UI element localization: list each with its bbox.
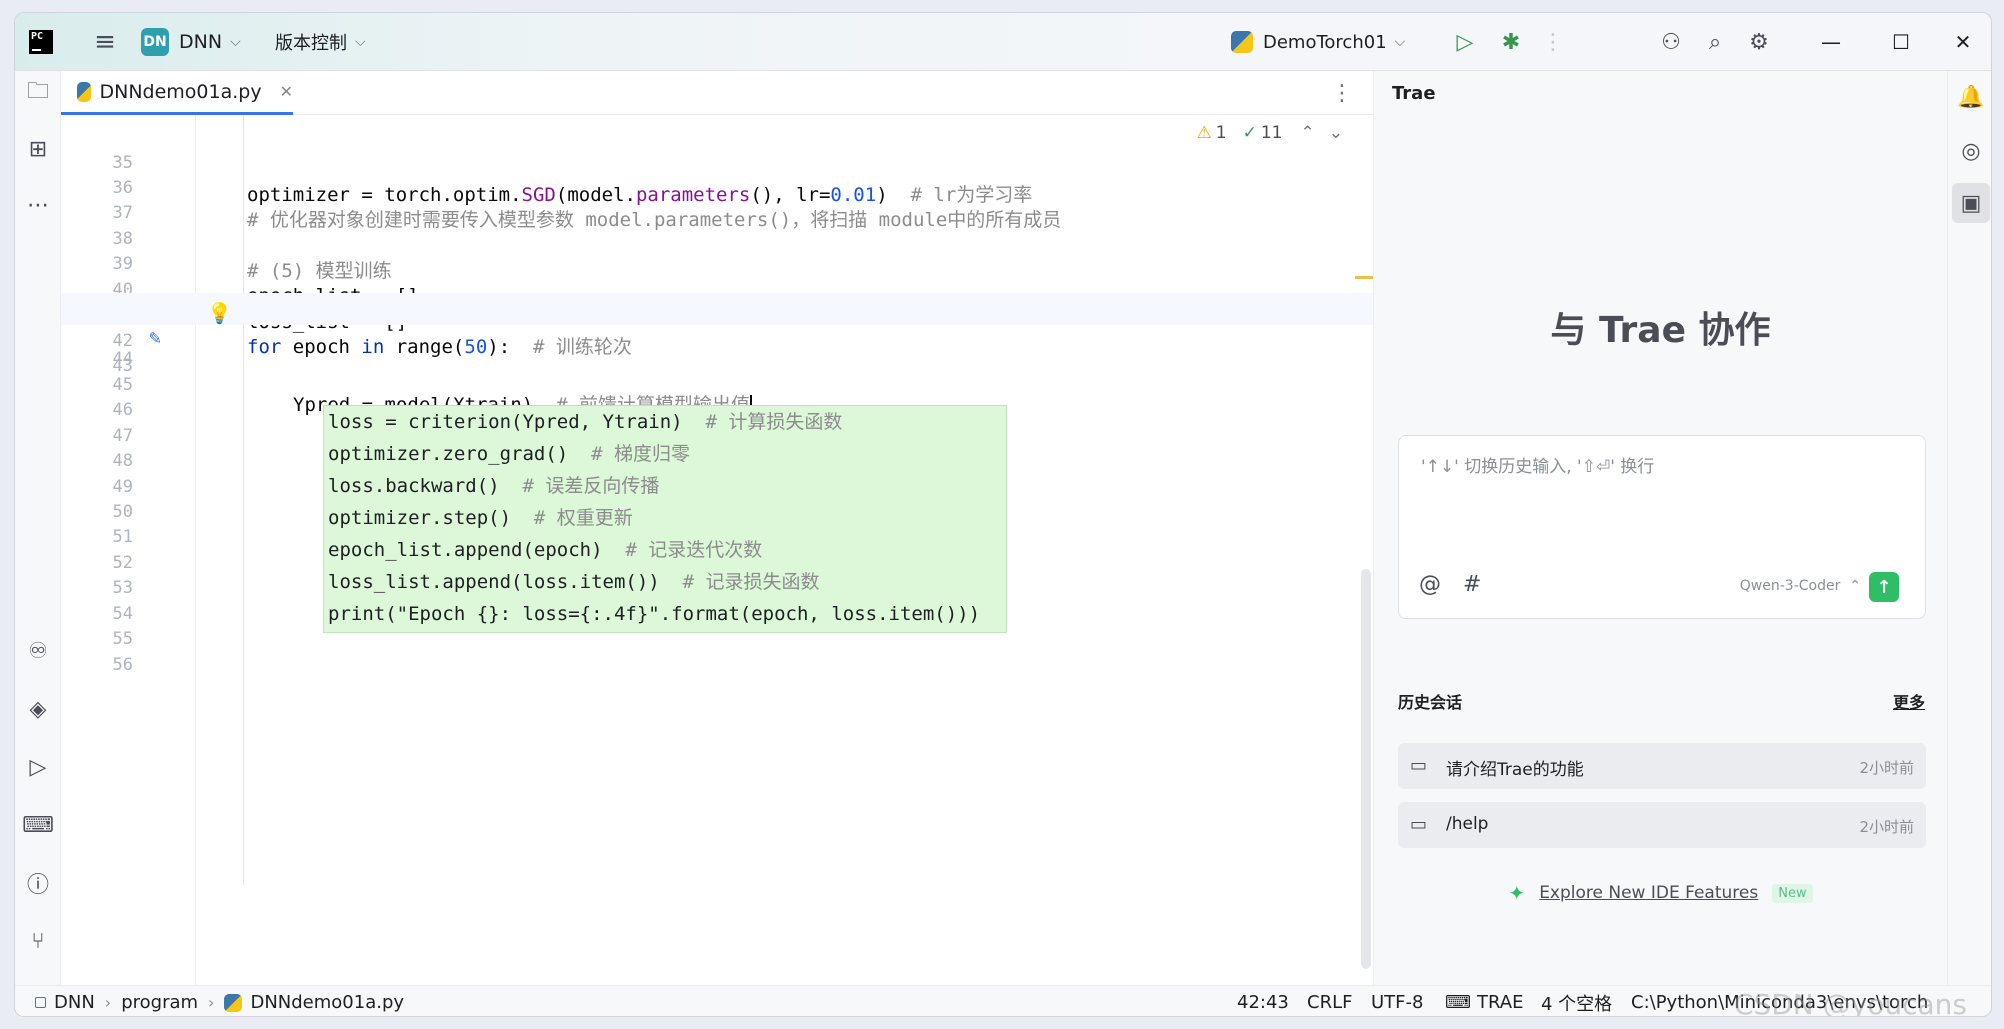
chat-input[interactable] (1399, 436, 1925, 556)
keyboard-icon: ⌨ (1445, 992, 1471, 1013)
project-selector[interactable]: DN DNN ⌵ (141, 13, 241, 71)
run-config-label: DemoTorch01 (1263, 31, 1387, 53)
minimize-icon[interactable]: — (1801, 13, 1861, 71)
line-separator[interactable]: CRLF (1307, 986, 1352, 1016)
editor-tabs: DNNdemo01a.py ✕ ⋮ (61, 71, 1373, 115)
line-number: 56 (112, 655, 133, 675)
tab-dnndemo01a[interactable]: DNNdemo01a.py ✕ (61, 71, 293, 115)
breadcrumb-separator-icon: › (208, 993, 215, 1012)
history-more-link[interactable]: 更多 (1893, 689, 1925, 713)
ide-window: PC ≡ DN DNN ⌵ 版本控制 ⌵ DemoTorch01 ⌵ ▷ ✱ ⋮… (14, 12, 1992, 1017)
completion-line: print("Epoch {}: loss={:.4f}".format(epo… (328, 603, 981, 625)
breadcrumb: DNN › program › DNNdemo01a.py (35, 986, 404, 1016)
history-item-label: 请介绍Trae的功能 (1446, 760, 1584, 780)
completion-line: optimizer.zero_grad() # 梯度归零 (328, 443, 690, 465)
completion-line: loss = criterion(Ypred, Ytrain) # 计算损失函数 (328, 411, 843, 433)
completion-line: epoch_list.append(epoch) # 记录迭代次数 (328, 539, 763, 561)
python-icon (1231, 31, 1253, 53)
project-folder-icon[interactable]: 🗀 (15, 73, 61, 113)
completion-line: loss_list.append(loss.item()) # 记录损失函数 (328, 571, 820, 593)
tab-label: DNNdemo01a.py (99, 80, 262, 103)
trae-chat-icon[interactable]: ▣ (1952, 183, 1990, 223)
ai-assistant-swirl-icon[interactable]: ◎ (1948, 131, 1991, 171)
trae-panel: Trae 与 Trae 协作 @ # Qwen-3-Coder ⌃ ↑ 历史会话… (1373, 71, 1947, 985)
git-branch-icon[interactable]: ⑂ (15, 921, 61, 961)
chat-composer: @ # Qwen-3-Coder ⌃ ↑ (1398, 435, 1926, 619)
history-item[interactable]: ▭ /help 2小时前 (1398, 802, 1926, 848)
run-icon[interactable]: ▷ (1447, 13, 1483, 71)
vcs-label: 版本控制 (275, 33, 347, 54)
trae-hero-title: 与 Trae 协作 (1550, 310, 1771, 351)
maximize-icon[interactable]: ☐ (1871, 13, 1931, 71)
code-editor: DNNdemo01a.py ✕ ⋮ ⚠ 1 ✓ 11 ⌃⌄ 35 optimiz… (61, 71, 1373, 985)
panel-title: Trae (1392, 83, 1436, 104)
terminal-icon[interactable]: ⌨ (15, 805, 61, 845)
breadcrumb-separator-icon: › (104, 993, 112, 1012)
close-window-icon[interactable]: ✕ (1933, 13, 1991, 71)
history-item-time: 2小时前 (1859, 818, 1914, 836)
settings-gear-icon[interactable]: ⚙ (1739, 13, 1779, 71)
run-config-selector[interactable]: DemoTorch01 ⌵ (1231, 13, 1405, 71)
pycharm-logo-icon[interactable]: PC (29, 30, 53, 54)
python-file-icon (77, 81, 92, 102)
trae-mode[interactable]: ⌨ TRAE (1445, 986, 1523, 1016)
code-line[interactable]: 56 (61, 649, 1373, 681)
problems-icon[interactable]: ⓘ (15, 863, 61, 903)
project-name: DNN (179, 31, 223, 53)
right-tool-strip: 🔔 ◎ ▣ (1947, 71, 1991, 985)
model-selector[interactable]: Qwen-3-Coder ⌃ (1740, 578, 1861, 594)
completion-line: optimizer.step() # 权重更新 (328, 507, 633, 529)
main-menu-icon[interactable]: ≡ (87, 13, 123, 71)
sparkle-icon: ✦ (1508, 881, 1526, 905)
chat-bubble-icon: ▭ (1410, 814, 1428, 835)
structure-icon[interactable]: ⊞ (15, 129, 61, 169)
services-run-icon[interactable]: ▷ (15, 747, 61, 787)
explore-link[interactable]: Explore New IDE Features (1539, 883, 1758, 903)
vcs-menu[interactable]: 版本控制 ⌵ (275, 13, 366, 71)
layers-icon[interactable]: ◈ (15, 689, 61, 729)
editor-scrollbar[interactable] (1361, 569, 1371, 969)
context-hash-icon[interactable]: # (1463, 572, 1481, 597)
search-icon[interactable]: ⌕ (1695, 13, 1735, 71)
chevron-down-icon: ⌵ (1394, 34, 1406, 50)
chat-bubble-icon: ▭ (1410, 755, 1428, 776)
tabs-menu-icon[interactable]: ⋮ (1331, 71, 1353, 115)
module-icon (35, 997, 46, 1008)
python-file-icon (224, 993, 243, 1012)
mention-icon[interactable]: @ (1419, 572, 1441, 597)
breadcrumb-item[interactable]: DNNdemo01a.py (250, 992, 404, 1013)
file-encoding[interactable]: UTF-8 (1371, 986, 1423, 1016)
caret-position[interactable]: 42:43 (1237, 986, 1289, 1016)
ai-completion-suggestion[interactable]: loss = criterion(Ypred, Ytrain) # 计算损失函数… (323, 405, 1007, 633)
add-user-icon[interactable]: ⚇ (1651, 13, 1691, 71)
new-badge: New (1772, 883, 1813, 903)
chevron-down-icon: ⌵ (230, 34, 241, 50)
indent-setting[interactable]: 4 个空格 (1541, 986, 1612, 1016)
notifications-bell-icon[interactable]: 🔔 (1948, 77, 1991, 117)
breadcrumb-item[interactable]: program (121, 992, 198, 1013)
watermark: CSDN @youcans_ (1733, 988, 1981, 1017)
warning-stripe-marker[interactable] (1355, 276, 1373, 279)
more-actions-icon[interactable]: ⋮ (1542, 13, 1564, 71)
chevron-down-icon: ⌵ (355, 34, 366, 50)
debug-icon[interactable]: ✱ (1493, 13, 1529, 71)
send-button[interactable]: ↑ (1869, 572, 1899, 602)
completion-line: loss.backward() # 误差反向传播 (328, 475, 660, 497)
close-tab-icon[interactable]: ✕ (280, 82, 293, 101)
project-badge: DN (141, 28, 169, 56)
history-item[interactable]: ▭ 请介绍Trae的功能 2小时前 (1398, 743, 1926, 789)
history-item-time: 2小时前 (1859, 759, 1914, 777)
python-console-icon[interactable]: ♾ (15, 631, 61, 671)
left-tool-strip: 🗀 ⊞ ⋯ ♾ ◈ ▷ ⌨ ⓘ ⑂ (15, 71, 61, 985)
breadcrumb-item[interactable]: DNN (54, 992, 95, 1013)
more-tools-icon[interactable]: ⋯ (15, 185, 61, 225)
status-bar: DNN › program › DNNdemo01a.py 42:43 CRLF… (15, 985, 1991, 1017)
title-bar: PC ≡ DN DNN ⌵ 版本控制 ⌵ DemoTorch01 ⌵ ▷ ✱ ⋮… (15, 13, 1991, 71)
explore-features: ✦ Explore New IDE Features New (1374, 881, 1947, 905)
history-item-label: /help (1446, 814, 1489, 834)
history-title: 历史会话 (1398, 693, 1463, 712)
